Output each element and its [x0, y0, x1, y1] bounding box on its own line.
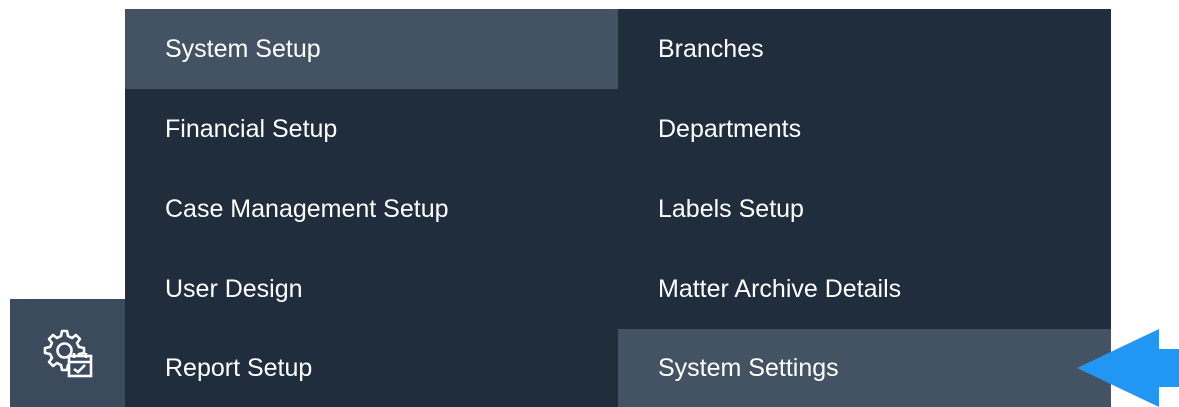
settings-gear-with-calendar-icon: [38, 323, 98, 383]
submenu-item-label: Matter Archive Details: [658, 274, 902, 303]
submenu-item-system-settings[interactable]: System Settings: [618, 329, 1111, 407]
submenu-item-departments[interactable]: Departments: [618, 89, 1111, 169]
menu-item-label: User Design: [165, 274, 303, 303]
menu-item-user-design[interactable]: User Design: [125, 249, 618, 329]
settings-menu-button[interactable]: [10, 299, 125, 407]
menu-item-label: System Setup: [165, 34, 321, 63]
pointer-arrow: [1075, 329, 1179, 407]
left-arrow-icon: [1075, 329, 1179, 407]
menu-item-label: Report Setup: [165, 353, 313, 382]
submenu-item-branches[interactable]: Branches: [618, 9, 1111, 89]
submenu-item-label: Branches: [658, 34, 764, 63]
submenu-item-matter-archive-details[interactable]: Matter Archive Details: [618, 249, 1111, 329]
menu-item-case-management-setup[interactable]: Case Management Setup: [125, 169, 618, 249]
menu-item-label: Case Management Setup: [165, 194, 449, 223]
menu-item-label: Financial Setup: [165, 114, 338, 143]
submenu-item-labels-setup[interactable]: Labels Setup: [618, 169, 1111, 249]
submenu-item-label: System Settings: [658, 353, 839, 382]
submenu-item-label: Labels Setup: [658, 194, 804, 223]
setup-category-menu: System Setup Financial Setup Case Manage…: [125, 9, 618, 407]
menu-item-report-setup[interactable]: Report Setup: [125, 329, 618, 407]
submenu-item-label: Departments: [658, 114, 802, 143]
system-setup-submenu: Branches Departments Labels Setup Matter…: [618, 9, 1111, 407]
menu-item-financial-setup[interactable]: Financial Setup: [125, 89, 618, 169]
menu-item-system-setup[interactable]: System Setup: [125, 9, 618, 89]
